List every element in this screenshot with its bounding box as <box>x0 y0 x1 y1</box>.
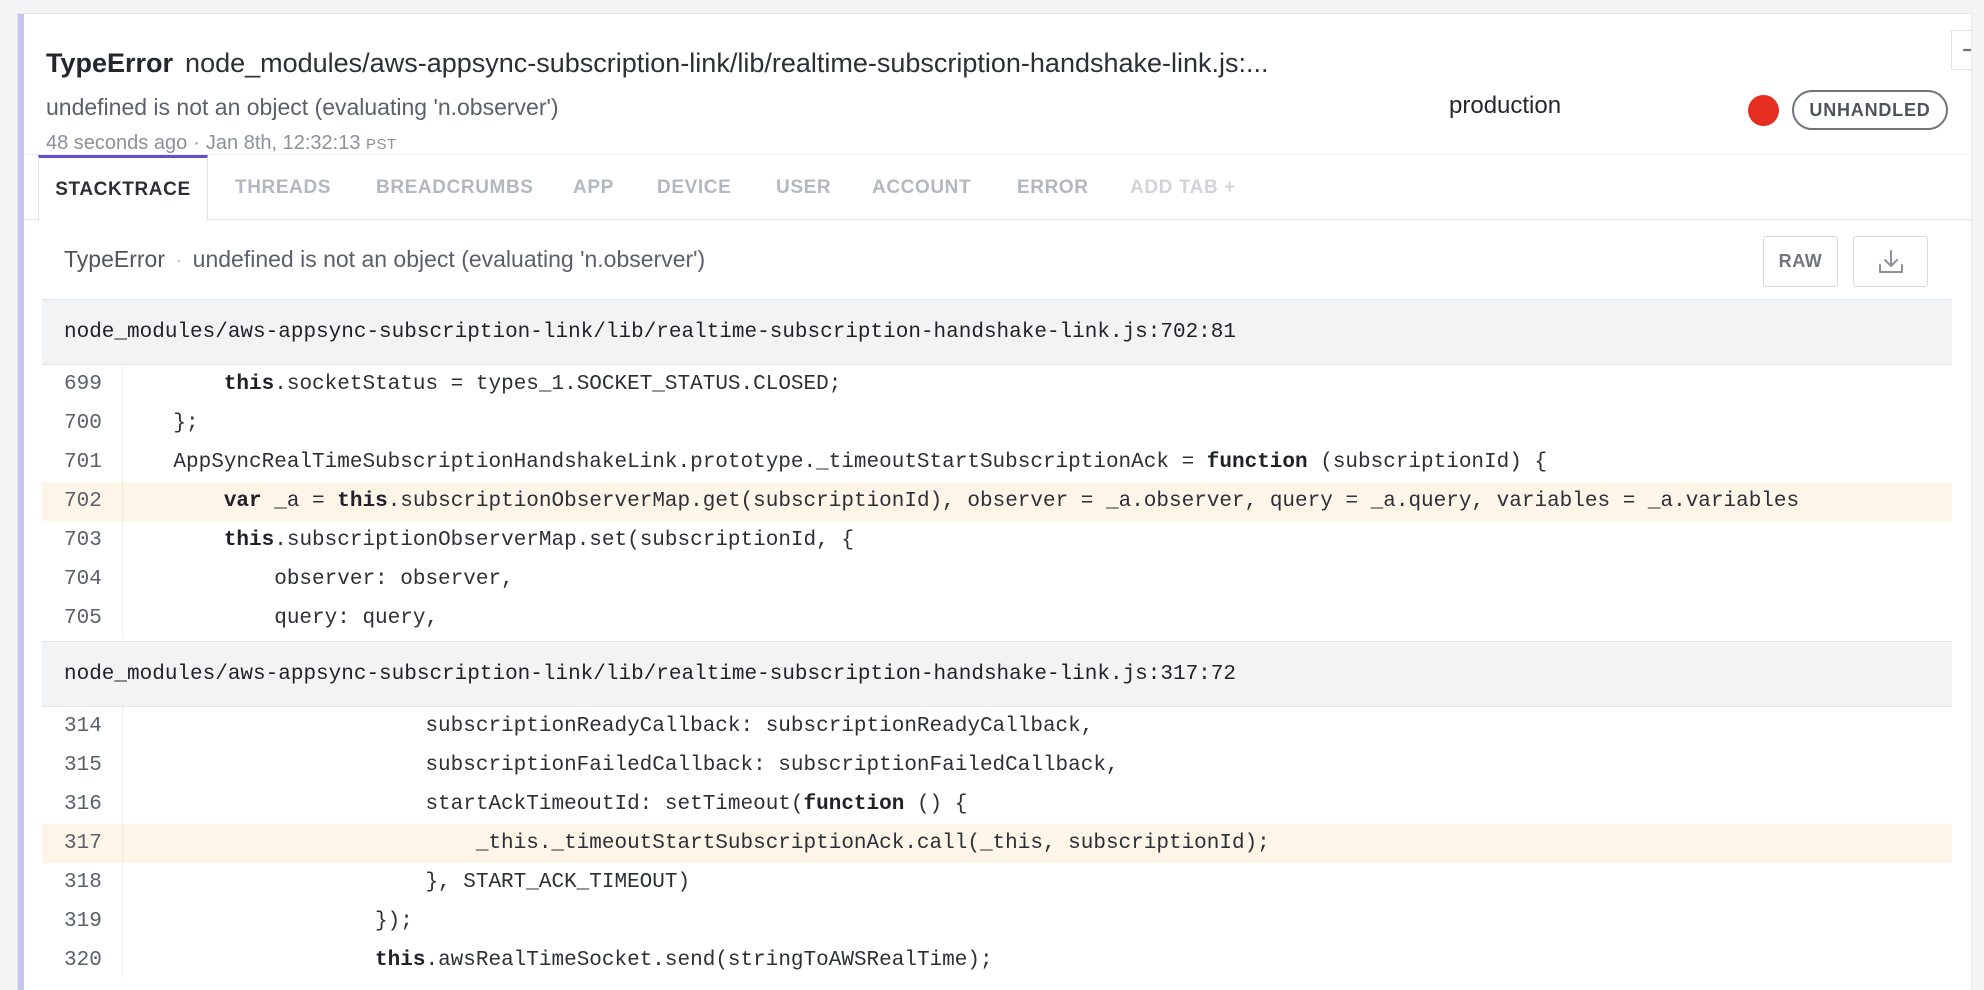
error-header: TypeError node_modules/aws-appsync-subscr… <box>46 30 1948 155</box>
line-number: 703 <box>42 521 123 560</box>
relative-time: 48 seconds ago <box>46 132 188 154</box>
tab-app[interactable]: APP <box>573 155 614 221</box>
code-text: this.subscriptionObserverMap.set(subscri… <box>223 529 854 552</box>
stack-frame: node_modules/aws-appsync-subscription-li… <box>42 641 1952 980</box>
line-number: 700 <box>42 404 123 443</box>
tab-error[interactable]: ERROR <box>1017 155 1089 221</box>
add-tab-button[interactable]: ADD TAB + <box>1130 155 1236 221</box>
code-line: 318 }, START_ACK_TIMEOUT) <box>42 863 1952 902</box>
line-number: 314 <box>42 707 123 746</box>
code-snippet: 314 subscriptionReadyCallback: subscript… <box>42 707 1952 980</box>
absolute-time: Jan 8th, 12:32:13 <box>205 132 361 154</box>
code-line: 703 this.subscriptionObserverMap.set(sub… <box>42 521 1952 560</box>
environment-label: production <box>1449 92 1562 119</box>
summary-separator: · <box>174 246 183 272</box>
code-text: AppSyncRealTimeSubscriptionHandshakeLink… <box>123 451 1548 474</box>
error-timestamp: 48 seconds ago · Jan 8th, 12:32:13 PST <box>46 132 397 155</box>
code-text: observer: observer, <box>123 568 514 591</box>
download-icon <box>1878 249 1903 273</box>
code-line: 314 subscriptionReadyCallback: subscript… <box>42 707 1952 746</box>
code-text: }; <box>123 412 199 435</box>
code-line: 700 }; <box>42 404 1952 443</box>
code-text: startAckTimeoutId: setTimeout(function (… <box>123 793 968 816</box>
line-number: 315 <box>42 746 123 785</box>
code-line: 317 _this._timeoutStartSubscriptionAck.c… <box>42 824 1952 863</box>
error-message: undefined is not an object (evaluating '… <box>46 94 559 120</box>
arrow-right-icon <box>1962 48 1971 52</box>
error-file: node_modules/aws-appsync-subscription-li… <box>185 48 1269 78</box>
tab-user[interactable]: USER <box>776 155 831 221</box>
code-text: }, START_ACK_TIMEOUT) <box>123 871 691 894</box>
code-text: this.socketStatus = types_1.SOCKET_STATU… <box>223 373 842 396</box>
code-snippet: 699 this.socketStatus = types_1.SOCKET_S… <box>42 365 1952 638</box>
code-text: subscriptionFailedCallback: subscription… <box>123 754 1119 777</box>
download-button[interactable] <box>1853 236 1928 287</box>
unhandled-badge: UNHANDLED <box>1792 90 1948 130</box>
line-number: 320 <box>42 941 123 980</box>
summary-error-message: undefined is not an object (evaluating '… <box>192 246 706 272</box>
line-number: 704 <box>42 560 123 599</box>
raw-button[interactable]: RAW <box>1763 236 1838 287</box>
code-text: _this._timeoutStartSubscriptionAck.call(… <box>123 832 1270 855</box>
line-number: 319 <box>42 902 123 941</box>
code-line: 316 startAckTimeoutId: setTimeout(functi… <box>42 785 1952 824</box>
code-text: this.awsRealTimeSocket.send(stringToAWSR… <box>375 949 993 972</box>
code-line: 705 query: query, <box>42 599 1952 638</box>
stacktrace-summary: TypeError · undefined is not an object (ev… <box>64 246 705 273</box>
time-separator: · <box>193 132 200 154</box>
code-line: 699 this.socketStatus = types_1.SOCKET_S… <box>42 365 1952 404</box>
line-number: 702 <box>42 482 123 521</box>
code-text: query: query, <box>123 607 439 630</box>
tab-device[interactable]: DEVICE <box>657 155 731 221</box>
code-line: 702 var _a = this.subscriptionObserverMa… <box>42 482 1952 521</box>
stack-frame-file[interactable]: node_modules/aws-appsync-subscription-li… <box>42 641 1952 707</box>
line-number: 316 <box>42 785 123 824</box>
line-number: 318 <box>42 863 123 902</box>
line-number: 705 <box>42 599 123 638</box>
collapse-panel-button[interactable] <box>1951 30 1971 70</box>
severity-indicator <box>1748 95 1779 126</box>
code-line: 319 }); <box>42 902 1952 941</box>
stack-frame: node_modules/aws-appsync-subscription-li… <box>42 299 1952 638</box>
tab-account[interactable]: ACCOUNT <box>872 155 971 221</box>
summary-error-class: TypeError <box>64 246 165 272</box>
detail-tabs: STACKTRACE THREADS BREADCRUMBS APP DEVIC… <box>24 154 1971 221</box>
stack-frame-file[interactable]: node_modules/aws-appsync-subscription-li… <box>42 299 1952 365</box>
code-text: subscriptionReadyCallback: subscriptionR… <box>123 715 1094 738</box>
code-text: }); <box>123 910 413 933</box>
line-number: 701 <box>42 443 123 482</box>
error-class: TypeError <box>46 48 174 78</box>
code-line: 704 observer: observer, <box>42 560 1952 599</box>
tab-stacktrace[interactable]: STACKTRACE <box>38 155 208 221</box>
line-number: 699 <box>42 365 123 404</box>
error-title: TypeError node_modules/aws-appsync-subscr… <box>46 48 1269 79</box>
line-number: 317 <box>42 824 123 863</box>
code-line: 701 AppSyncRealTimeSubscriptionHandshake… <box>42 443 1952 482</box>
code-line: 320 this.awsRealTimeSocket.send(stringTo… <box>42 941 1952 980</box>
error-detail-panel: TypeError node_modules/aws-appsync-subscr… <box>18 14 1971 990</box>
code-line: 315 subscriptionFailedCallback: subscrip… <box>42 746 1952 785</box>
timezone: PST <box>366 136 397 153</box>
tab-threads[interactable]: THREADS <box>235 155 331 221</box>
code-text: var _a = this.subscriptionObserverMap.ge… <box>223 490 1800 513</box>
tab-breadcrumbs[interactable]: BREADCRUMBS <box>376 155 534 221</box>
